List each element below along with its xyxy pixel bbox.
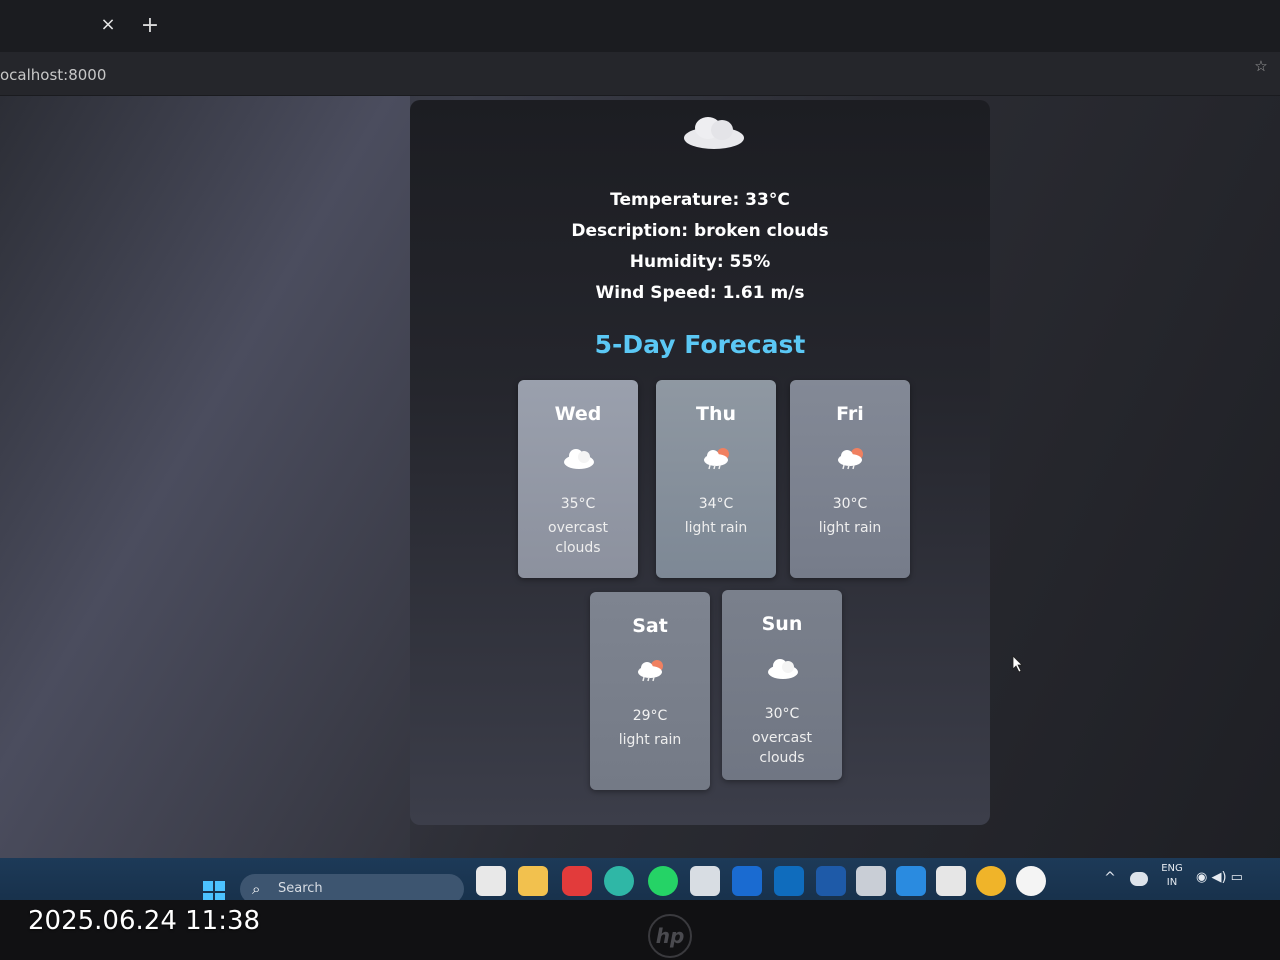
- taskbar: ⌕ Search ^ ENG IN ◉ ◀) ▭: [0, 858, 1280, 900]
- store-icon[interactable]: [690, 866, 720, 896]
- forecast-title: 5-Day Forecast: [594, 330, 806, 359]
- outlook-icon[interactable]: [774, 866, 804, 896]
- language-code: ENG: [1161, 863, 1183, 874]
- photo-timestamp: 2025.06.24 11:38: [28, 906, 261, 936]
- camera-icon[interactable]: [856, 866, 886, 896]
- current-humidity: Humidity: 55%: [629, 252, 771, 272]
- activity-icon[interactable]: [732, 866, 762, 896]
- day-description: light rain: [684, 520, 748, 536]
- day-description: light rain: [618, 732, 682, 748]
- close-tab-icon[interactable]: ×: [98, 14, 118, 36]
- chrome-icon[interactable]: [976, 866, 1006, 896]
- browser-tab-bar: × +: [0, 0, 1280, 52]
- day-temperature: 29°C: [632, 708, 668, 724]
- onedrive-icon[interactable]: [1130, 872, 1148, 886]
- day-name: Wed: [554, 403, 602, 425]
- current-temperature: Temperature: 33°C: [610, 190, 790, 210]
- search-placeholder: Search: [278, 881, 323, 896]
- taskbar-search[interactable]: ⌕ Search: [240, 874, 464, 900]
- forecast-card-sun: Sun 30°C overcast clouds: [722, 590, 842, 780]
- address-bar[interactable]: ocalhost:8000: [0, 52, 1280, 96]
- task-view-icon[interactable]: [476, 866, 506, 896]
- bookmark-star-icon[interactable]: ☆: [1252, 56, 1270, 76]
- forecast-card-sat: Sat 29°C light rain: [590, 592, 710, 790]
- day-name: Thu: [695, 403, 736, 425]
- windows-start-icon[interactable]: [202, 880, 226, 900]
- day-description: overcast clouds: [548, 520, 608, 556]
- system-tray-icons[interactable]: ◉ ◀) ▭: [1196, 868, 1258, 888]
- day-temperature: 30°C: [764, 706, 800, 722]
- day-name: Fri: [836, 403, 864, 425]
- monitor-screen: × + ocalhost:8000 ☆ Temperature: 33°C De…: [0, 0, 1280, 900]
- vscode-icon[interactable]: [896, 866, 926, 896]
- day-description: overcast clouds: [752, 730, 812, 766]
- day-temperature: 35°C: [560, 496, 596, 512]
- page-background: [0, 96, 410, 886]
- linkedin-icon[interactable]: [816, 866, 846, 896]
- github-icon[interactable]: [1016, 866, 1046, 896]
- forecast-card-thu: Thu 34°C light rain: [656, 380, 776, 578]
- forecast-card-wed: Wed 35°C overcast clouds: [518, 380, 638, 578]
- current-description: Description: broken clouds: [571, 221, 829, 241]
- url-text[interactable]: ocalhost:8000: [0, 64, 106, 86]
- day-name: Sat: [632, 615, 668, 637]
- region-code: IN: [1166, 877, 1178, 888]
- day-description: light rain: [818, 520, 882, 536]
- light-rain-icon: [638, 660, 663, 682]
- day-name: Sun: [761, 613, 803, 635]
- day-temperature: 30°C: [832, 496, 868, 512]
- weather-card: Temperature: 33°C Description: broken cl…: [410, 100, 990, 825]
- tray-overflow-icon[interactable]: ^: [1102, 868, 1118, 888]
- light-rain-icon: [838, 448, 863, 470]
- cloud-icon: [684, 117, 744, 149]
- forecast-card-fri: Fri 30°C light rain: [790, 380, 910, 578]
- overcast-cloud-icon: [768, 659, 798, 679]
- file-explorer-icon[interactable]: [518, 866, 548, 896]
- chatgpt-icon[interactable]: [936, 866, 966, 896]
- mouse-pointer-icon: [1012, 655, 1023, 673]
- new-tab-button[interactable]: +: [140, 14, 160, 38]
- light-rain-icon: [704, 448, 729, 470]
- day-temperature: 34°C: [698, 496, 734, 512]
- whatsapp-icon[interactable]: [648, 866, 678, 896]
- current-wind-speed: Wind Speed: 1.61 m/s: [595, 283, 805, 303]
- search-icon: ⌕: [252, 880, 261, 898]
- hp-logo: hp: [648, 914, 692, 958]
- language-indicator[interactable]: ENG IN: [1158, 862, 1186, 892]
- overcast-cloud-icon: [564, 449, 594, 469]
- youtube-icon[interactable]: [562, 866, 592, 896]
- edge-icon[interactable]: [604, 866, 634, 896]
